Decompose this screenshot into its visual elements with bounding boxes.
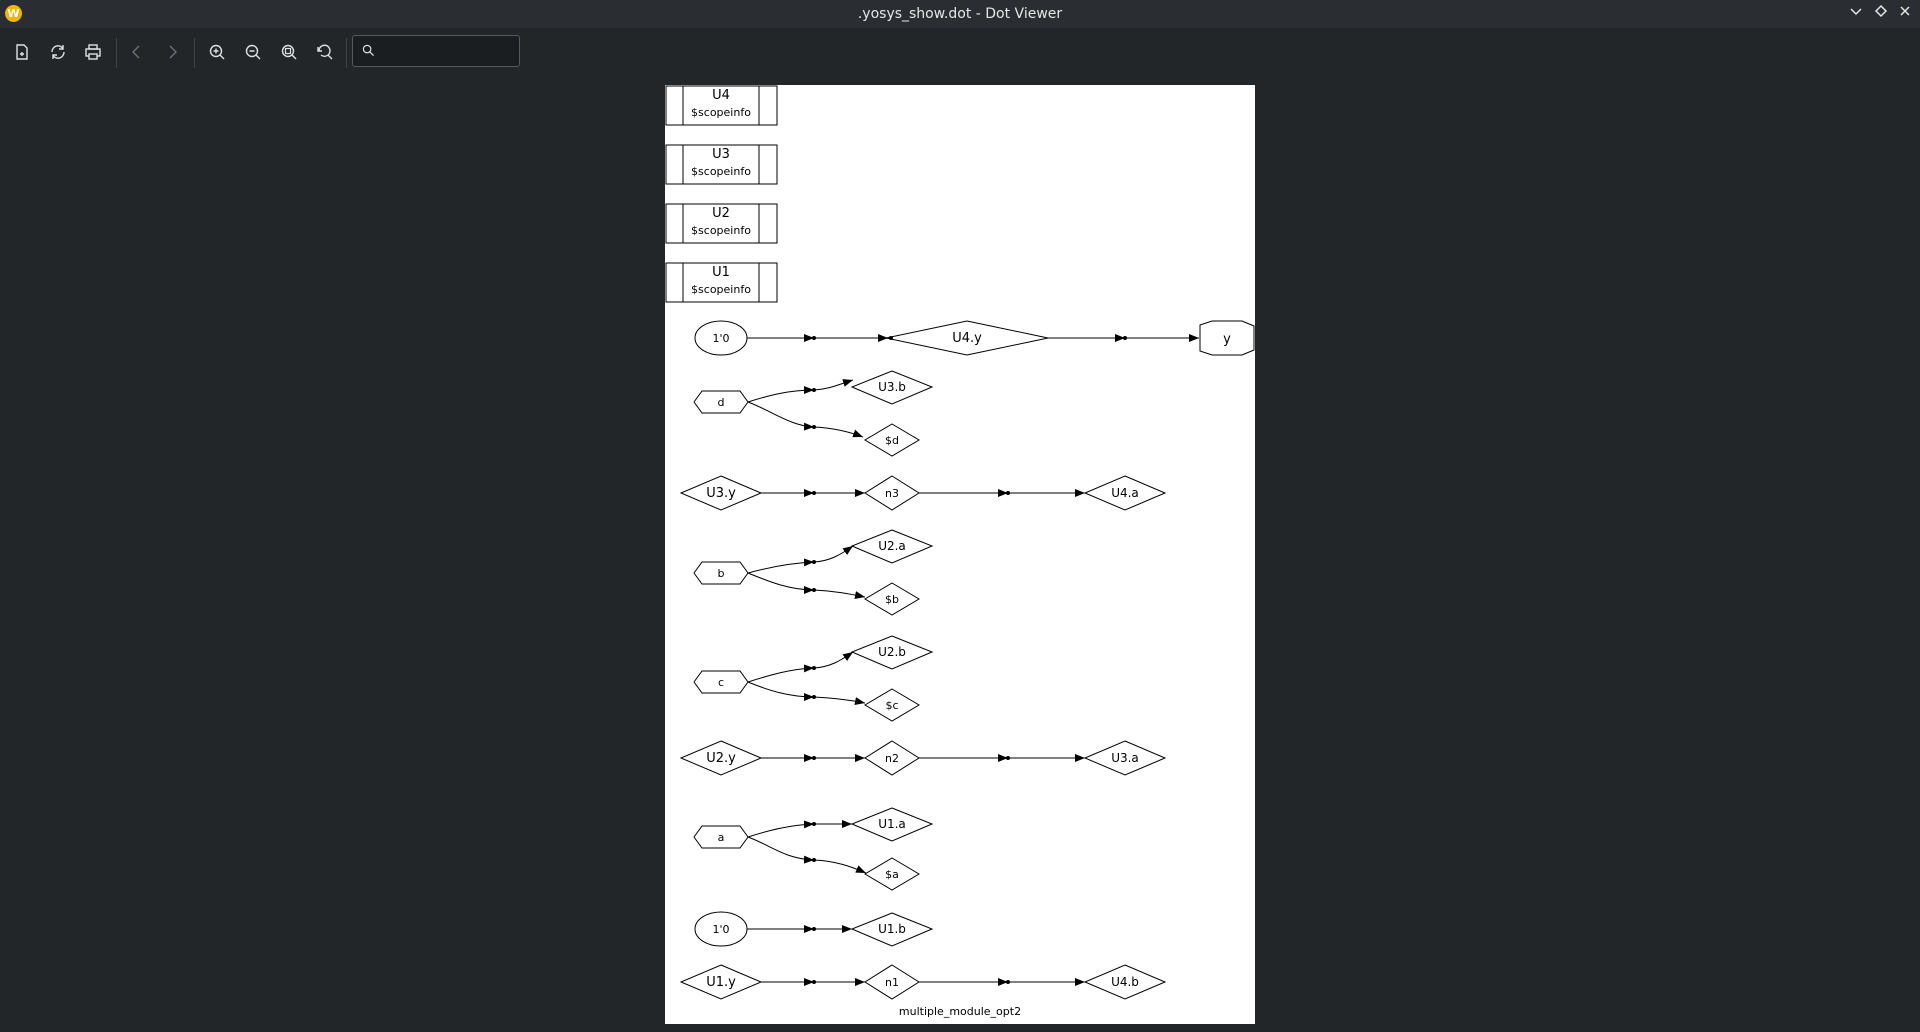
graph-svg: U4 $scopeinfo U3 $scopeinfo U2 $scopeinf… [665,85,1255,1018]
search-box[interactable] [352,35,520,67]
toolbar-separator [116,38,117,68]
node-label: U3.y [706,486,736,501]
reload-icon [51,45,65,59]
cell-type: $scopeinfo [691,224,751,237]
node-label: b [718,567,725,580]
node-label: n3 [885,487,899,500]
zoom-out-button[interactable] [239,38,267,66]
graph-canvas[interactable]: U4 $scopeinfo U3 $scopeinfo U2 $scopeinf… [665,85,1255,1024]
node-label: U2.b [878,645,906,659]
reload-button[interactable] [44,38,72,66]
node-label: d [718,396,725,409]
zoom-fit-button[interactable] [275,38,303,66]
zoom-out-icon [245,44,261,60]
print-icon [85,44,101,60]
close-icon [1900,6,1910,16]
node-label: U4.y [952,331,982,346]
toolbar-separator [346,38,347,68]
chevron-left-icon [132,45,140,59]
zoom-in-icon [209,44,225,60]
node-label: a [718,831,725,844]
node-label: U1.a [878,817,906,831]
back-button[interactable] [123,38,151,66]
search-input[interactable] [383,40,517,62]
maximize-button[interactable] [1872,4,1890,22]
node-label: U2.y [706,751,736,766]
node-label: U1.b [878,922,906,936]
zoom-in-button[interactable] [203,38,231,66]
node-label: $c [885,699,898,712]
print-button[interactable] [79,38,107,66]
toolbar [0,28,1920,74]
node-label: U4.a [1111,486,1139,500]
cell-type: $scopeinfo [691,165,751,178]
cell-type: $scopeinfo [691,106,751,119]
search-icon [362,44,375,57]
node-label: U3.a [1111,751,1139,765]
node-label: c [718,676,724,689]
zoom-reset-button[interactable] [311,38,339,66]
node-label: 1'0 [712,332,729,345]
cell-name: U1 [712,265,730,280]
node-label: y [1223,332,1231,347]
node-label: 1'0 [712,923,729,936]
node-label: $d [885,434,899,447]
junction-dots [812,336,1127,984]
toolbar-separator [194,38,195,68]
minimize-button[interactable] [1847,4,1865,22]
zoom-fit-icon [281,44,297,60]
window-title: .yosys_show.dot - Dot Viewer [857,6,1063,22]
open-file-icon [16,44,28,60]
title-bar: W .yosys_show.dot - Dot Viewer [0,0,1920,28]
node-label: $a [885,868,899,881]
forward-button[interactable] [158,38,186,66]
node-label: U4.b [1111,975,1139,989]
node-label: U3.b [878,380,906,394]
chevron-right-icon [169,45,177,59]
chevron-down-icon [1850,8,1862,16]
open-file-button[interactable] [8,38,36,66]
node-label: n2 [885,752,899,765]
graph-name: multiple_module_opt2 [899,1005,1021,1018]
cell-name: U4 [712,88,730,103]
cell-type: $scopeinfo [691,283,751,296]
diamond-icon [1874,4,1888,18]
node-label: U2.a [878,539,906,553]
zoom-reset-icon [317,44,333,60]
cell-name: U3 [712,147,730,162]
node-label: $b [885,593,899,606]
node-label: n1 [885,976,899,989]
cell-name: U2 [712,206,730,221]
node-label: U1.y [706,975,736,990]
close-button[interactable] [1896,4,1914,22]
